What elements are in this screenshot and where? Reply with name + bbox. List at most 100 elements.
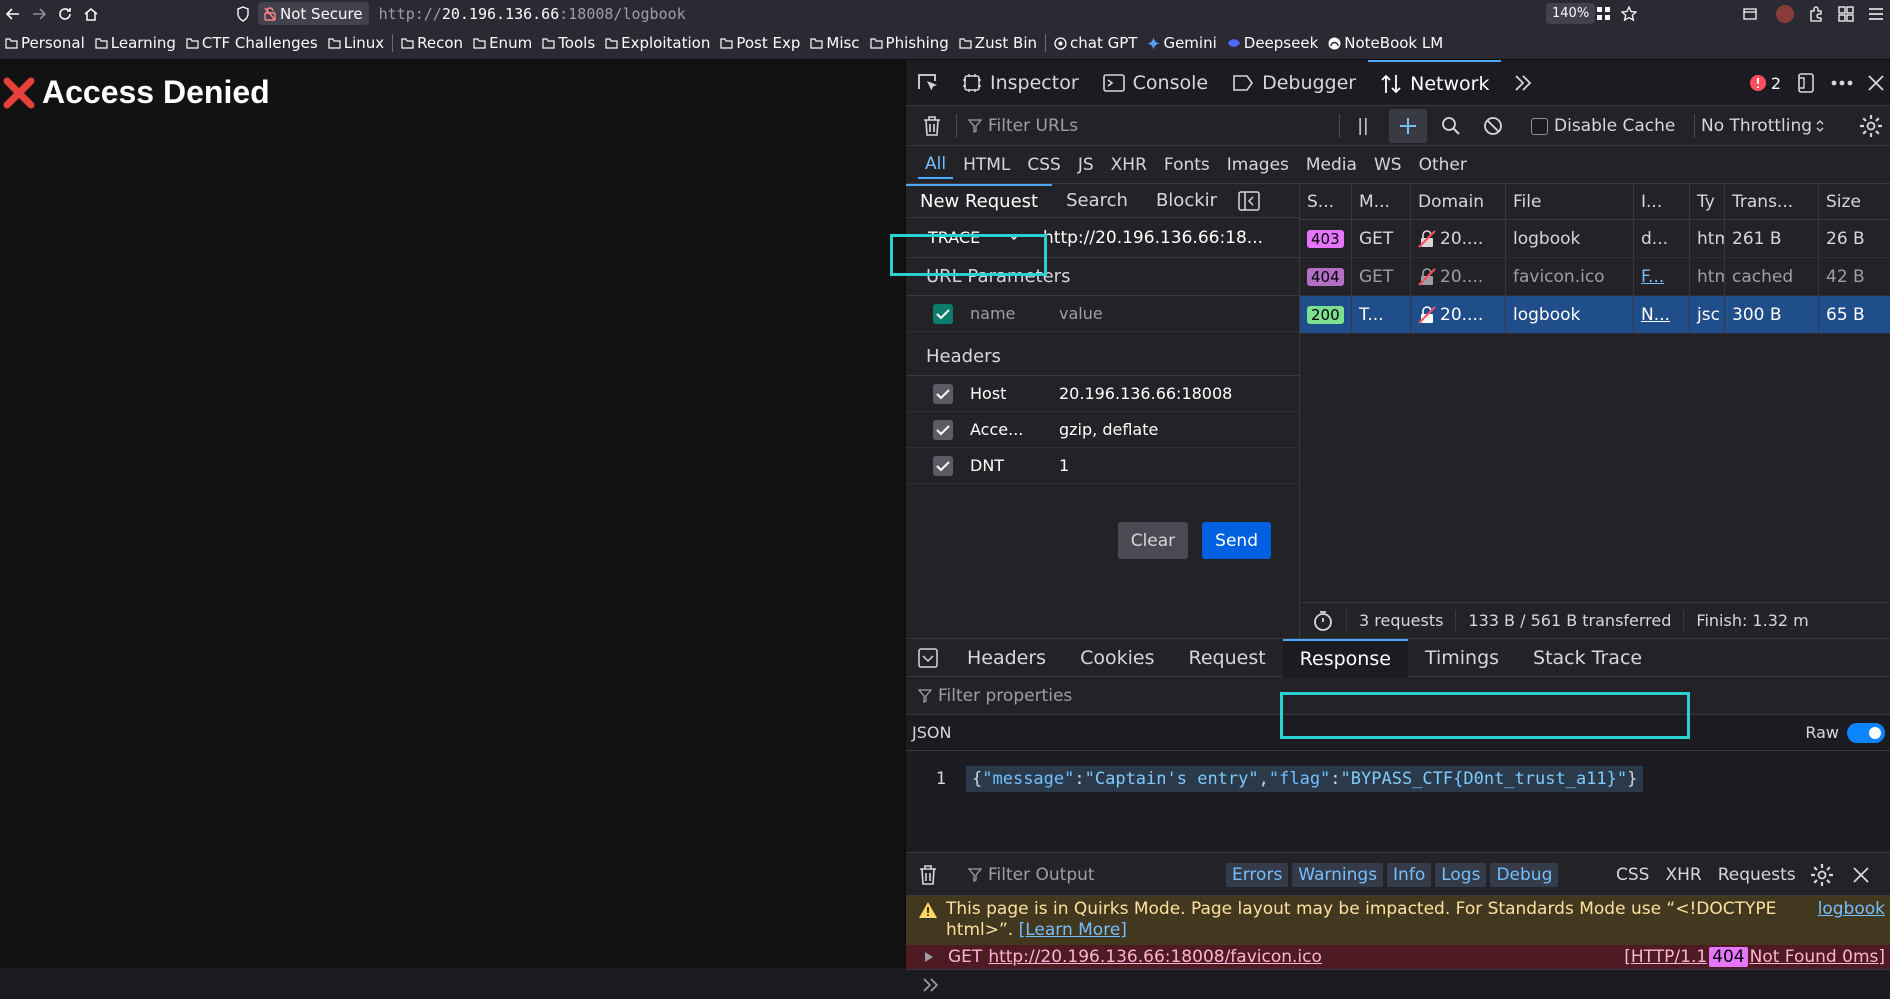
extensions-icon[interactable] — [1808, 5, 1824, 22]
bookmark-folder[interactable]: Misc — [805, 27, 864, 60]
column-type[interactable]: Ty — [1690, 184, 1725, 219]
column-status[interactable]: S... — [1300, 184, 1352, 219]
tab-debugger[interactable]: Debugger — [1220, 60, 1368, 106]
filter-properties-input[interactable]: Filter properties — [906, 677, 1890, 715]
filter-fonts[interactable]: Fonts — [1157, 152, 1217, 178]
expand-triangle-icon[interactable] — [924, 951, 934, 963]
apps-icon[interactable] — [1838, 5, 1854, 22]
disable-cache-checkbox[interactable]: Disable Cache — [1531, 106, 1675, 146]
header-checkbox[interactable] — [933, 383, 953, 404]
type-css[interactable]: CSS — [1616, 865, 1649, 885]
table-row-selected[interactable]: 200 T... 20.... logbook N... jsc 300 B 6… — [1300, 296, 1890, 334]
filter-other[interactable]: Other — [1412, 152, 1474, 178]
filter-html[interactable]: HTML — [956, 152, 1017, 178]
header-checkbox[interactable] — [933, 419, 953, 440]
checkbox[interactable] — [1531, 117, 1548, 135]
bookmark-folder[interactable]: CTF Challenges — [181, 27, 323, 60]
filter-all[interactable]: All — [918, 151, 954, 179]
level-debug[interactable]: Debug — [1490, 862, 1559, 887]
clear-console-button[interactable] — [918, 853, 938, 896]
tab-console[interactable]: Console — [1091, 60, 1220, 106]
console-input[interactable] — [906, 969, 1890, 999]
back-button[interactable] — [0, 0, 26, 27]
header-value[interactable]: gzip, deflate — [1059, 420, 1158, 439]
tab-search[interactable]: Search — [1052, 184, 1142, 218]
tab-new-request[interactable]: New Request — [906, 183, 1053, 218]
close-icon[interactable] — [1852, 866, 1870, 884]
param-value-input[interactable]: value — [1059, 304, 1103, 323]
network-settings-button[interactable] — [1856, 106, 1886, 146]
bookmark-chatgpt[interactable]: chat GPT — [1049, 27, 1142, 60]
firefox-view-icon[interactable] — [1742, 6, 1758, 22]
column-transferred[interactable]: Trans... — [1725, 184, 1819, 219]
param-checkbox[interactable] — [933, 303, 953, 324]
level-warnings[interactable]: Warnings — [1292, 862, 1384, 887]
error-count-badge[interactable]: 2 — [1749, 74, 1781, 93]
address-bar[interactable]: Not Secure http://20.196.136.66:18008/lo… — [236, 0, 686, 27]
new-request-button[interactable] — [1389, 109, 1427, 143]
filter-ws[interactable]: WS — [1367, 152, 1409, 178]
zoom-indicator[interactable]: 140% — [1546, 3, 1596, 24]
error-protocol[interactable]: [HTTP/1.1 — [1624, 947, 1707, 967]
tab-response[interactable]: Response — [1282, 638, 1408, 677]
column-method[interactable]: M... — [1352, 184, 1411, 219]
send-button[interactable]: Send — [1202, 522, 1271, 559]
header-checkbox[interactable] — [933, 455, 953, 476]
header-value[interactable]: 20.196.136.66:18008 — [1059, 384, 1232, 403]
gear-icon[interactable] — [1810, 863, 1834, 887]
raw-toggle[interactable]: Raw — [1805, 722, 1885, 743]
forward-button[interactable] — [26, 0, 52, 27]
type-xhr[interactable]: XHR — [1665, 865, 1701, 885]
bookmark-deepseek[interactable]: Deepseek — [1222, 27, 1324, 60]
bookmark-folder[interactable]: Recon — [396, 27, 468, 60]
error-status-text[interactable]: Not Found 0ms] — [1750, 947, 1885, 967]
column-size[interactable]: Size — [1819, 184, 1890, 219]
tab-request[interactable]: Request — [1171, 639, 1282, 677]
param-name-input[interactable]: name — [970, 304, 1055, 323]
header-name[interactable]: Host — [970, 384, 1055, 403]
row-initiator[interactable]: F... — [1634, 258, 1690, 295]
throttling-select[interactable]: No Throttling — [1701, 106, 1824, 146]
reload-button[interactable] — [52, 0, 78, 27]
request-url-input[interactable]: http://20.196.136.66:18... — [1041, 228, 1296, 248]
tab-cookies[interactable]: Cookies — [1063, 639, 1171, 677]
bookmark-folder[interactable]: Phishing — [865, 27, 954, 60]
element-picker-button[interactable] — [906, 60, 950, 106]
tab-blocking[interactable]: Blockir — [1142, 184, 1232, 218]
filter-images[interactable]: Images — [1220, 152, 1296, 178]
more-tools-button[interactable] — [1501, 60, 1545, 106]
response-json[interactable]: {"message":"Captain's entry","flag":"BYP… — [966, 766, 1644, 792]
tab-headers[interactable]: Headers — [950, 639, 1063, 677]
url-text[interactable]: http://20.196.136.66:18008/logbook — [379, 5, 686, 23]
responsive-design-icon[interactable] — [1795, 72, 1817, 94]
column-initiator[interactable]: I... — [1634, 184, 1690, 219]
bookmark-folder[interactable]: Exploitation — [600, 27, 715, 60]
console-error-message[interactable]: GET http://20.196.136.66:18008/favicon.i… — [906, 945, 1890, 969]
level-info[interactable]: Info — [1387, 862, 1432, 887]
level-errors[interactable]: Errors — [1226, 862, 1289, 887]
type-requests[interactable]: Requests — [1718, 865, 1796, 885]
not-secure-badge[interactable]: Not Secure — [258, 2, 369, 25]
header-name[interactable]: DNT — [970, 456, 1055, 475]
error-url-link[interactable]: http://20.196.136.66:18008/favicon.ico — [988, 947, 1322, 967]
bookmark-folder[interactable]: Zust Bin — [954, 27, 1042, 60]
bookmark-folder[interactable]: Personal — [0, 27, 90, 60]
table-row[interactable]: 403 GET 20.... logbook d... htm 261 B 26… — [1300, 220, 1890, 258]
bookmark-folder[interactable]: Post Exp — [715, 27, 805, 60]
tab-network[interactable]: Network — [1368, 59, 1502, 106]
filter-output-input[interactable]: Filter Output — [968, 853, 1095, 896]
search-button[interactable] — [1438, 106, 1464, 146]
bookmark-folder[interactable]: Linux — [323, 27, 389, 60]
filter-media[interactable]: Media — [1299, 152, 1364, 178]
filter-css[interactable]: CSS — [1020, 152, 1067, 178]
avatar[interactable] — [1776, 4, 1794, 23]
block-requests-button[interactable] — [1480, 106, 1506, 146]
bookmark-gemini[interactable]: Gemini — [1142, 27, 1221, 60]
clear-button[interactable]: Clear — [1117, 522, 1189, 559]
level-logs[interactable]: Logs — [1435, 862, 1487, 887]
column-domain[interactable]: Domain — [1411, 184, 1506, 219]
filter-xhr[interactable]: XHR — [1104, 152, 1154, 178]
tab-inspector[interactable]: Inspector — [950, 60, 1091, 106]
tab-timings[interactable]: Timings — [1408, 639, 1516, 677]
clear-requests-button[interactable] — [918, 106, 946, 146]
